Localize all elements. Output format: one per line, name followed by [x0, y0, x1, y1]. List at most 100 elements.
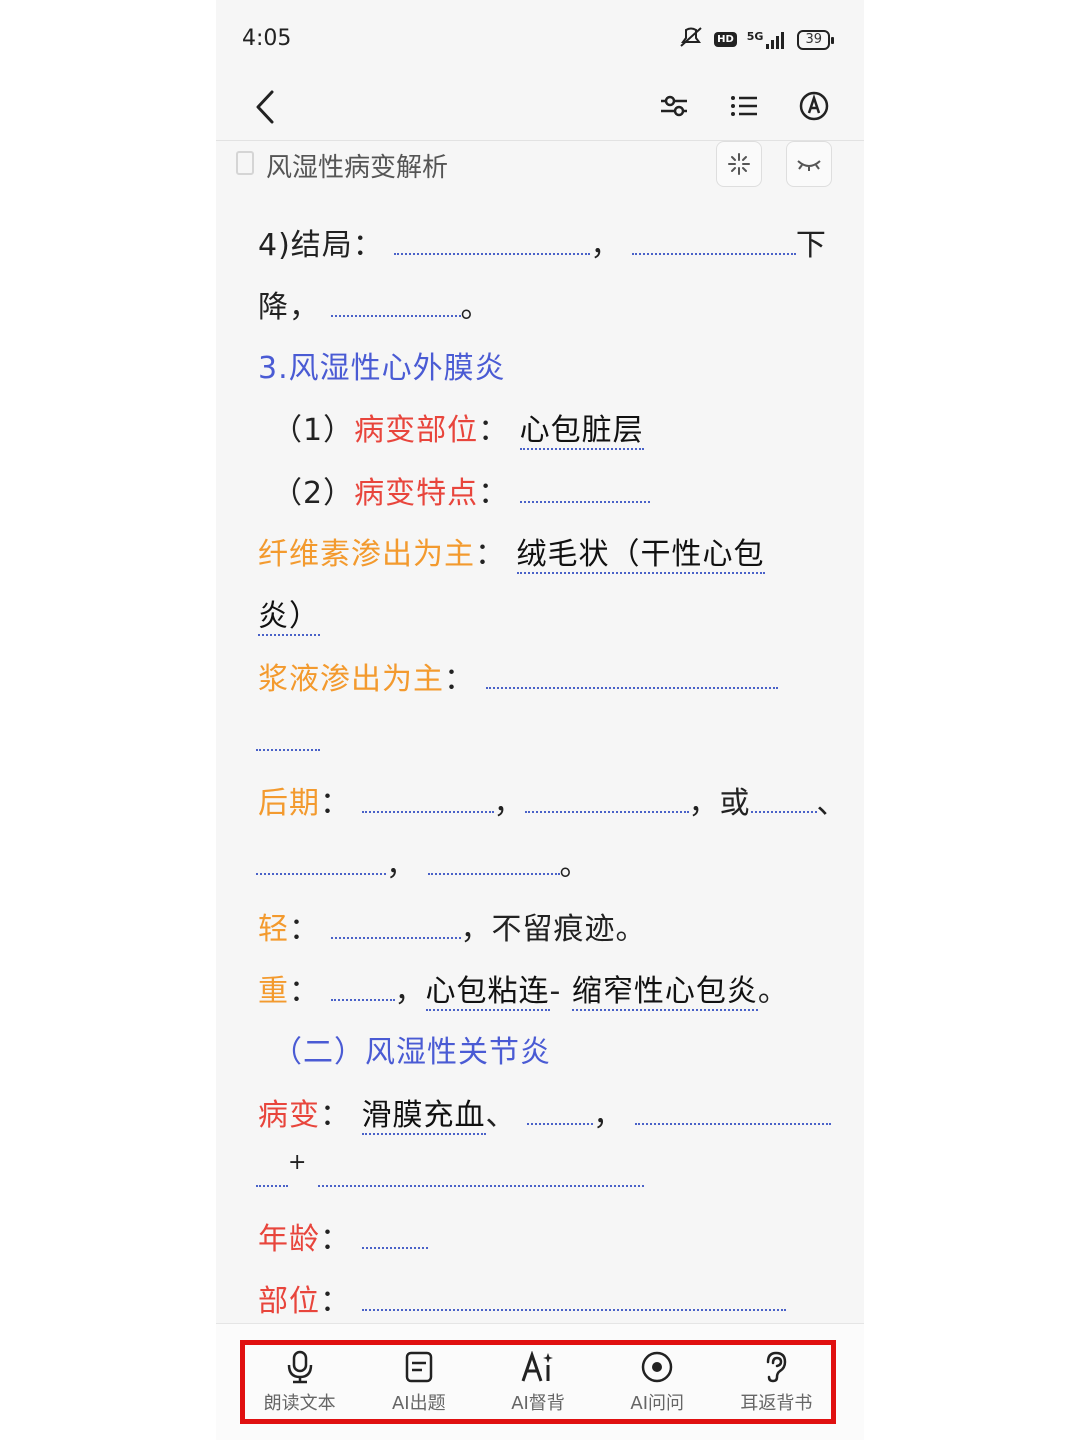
serous-label: 浆液渗出为主	[258, 662, 444, 697]
colon: ：	[320, 1222, 351, 1257]
colon: ：	[475, 537, 506, 572]
colon: ：	[444, 662, 475, 697]
comma: ，	[394, 974, 426, 1009]
fill-blank[interactable]	[256, 843, 386, 875]
fill-blank[interactable]	[361, 1279, 786, 1311]
answer-text[interactable]: 绒毛状（干性心包	[516, 537, 765, 574]
outcome-line-cont: 降， 。	[258, 285, 864, 329]
lesion-line: 病变： 滑膜充血、 ，	[258, 1093, 864, 1137]
site-label: 部位	[258, 1284, 320, 1319]
fill-blank[interactable]	[256, 1155, 288, 1187]
signal-icon: 5G	[747, 30, 788, 50]
site-line: 部位：	[258, 1279, 864, 1323]
ear-icon	[758, 1349, 794, 1385]
settings-button[interactable]	[654, 86, 694, 126]
late-stage-line: 后期： ， ，或 、	[258, 781, 864, 825]
bottom-action-bar: 朗读文本 AI出题 AI督背 AI问问 耳返背书	[216, 1323, 864, 1440]
answer-text[interactable]: 心包脏层	[519, 413, 644, 450]
ai-ask-button[interactable]: AI问问	[598, 1340, 717, 1424]
hide-answers-button[interactable]	[786, 141, 832, 187]
fill-blank[interactable]	[524, 781, 689, 813]
sparkle-button[interactable]	[716, 141, 762, 187]
fill-blank[interactable]	[750, 781, 817, 813]
fill-blank[interactable]	[427, 843, 560, 875]
fill-blank[interactable]	[634, 1093, 831, 1125]
answer-text[interactable]: 炎）	[258, 599, 320, 636]
pen-circle-icon	[799, 91, 829, 121]
age-label: 年龄	[258, 1222, 320, 1257]
fill-blank[interactable]	[330, 285, 461, 317]
late-stage-line-cont: ， 。	[256, 843, 864, 887]
item-number: （1）	[272, 413, 355, 448]
microphone-icon	[282, 1349, 318, 1385]
document-content: 4)结局： ， 下 降， 。 3.风湿性心外膜炎 （1）病变部位： 心包脏层 （…	[216, 195, 864, 1323]
ai-quiz-label: AI出题	[391, 1393, 446, 1414]
fill-blank[interactable]	[485, 657, 778, 689]
colon: ：	[478, 476, 510, 511]
colon: ：	[289, 974, 320, 1009]
mild-label: 轻	[258, 912, 289, 947]
text-fragment: 下	[795, 228, 827, 263]
ai-recite-label: AI督背	[511, 1393, 565, 1414]
ear-recite-button[interactable]: 耳返背书	[717, 1340, 836, 1424]
status-icons: HD 5G 39	[678, 26, 834, 53]
ear-recite-label: 耳返背书	[740, 1393, 813, 1414]
network-label: 5G	[746, 29, 764, 43]
ai-quiz-button[interactable]: AI出题	[359, 1340, 478, 1424]
colon: ：	[320, 786, 351, 821]
separator: 、	[816, 786, 848, 821]
answer-text[interactable]: 缩窄性心包炎	[571, 974, 758, 1011]
fill-blank[interactable]	[317, 1155, 644, 1187]
separator: 、	[485, 1098, 517, 1133]
comma: ，	[493, 786, 525, 821]
fill-blank[interactable]	[361, 1217, 428, 1249]
answer-text[interactable]: 心包粘连	[425, 974, 550, 1011]
edit-button[interactable]	[794, 86, 834, 126]
read-aloud-label: 朗读文本	[263, 1393, 336, 1414]
fill-blank[interactable]	[256, 719, 320, 751]
colon: ：	[289, 912, 320, 947]
outline-button[interactable]	[724, 86, 764, 126]
lesion-feature-line: （2）病变特点：	[272, 471, 864, 515]
serous-line: 浆液渗出为主：	[258, 657, 864, 701]
comma: ，	[593, 1098, 625, 1133]
fibrinous-line-cont: 炎）	[258, 595, 864, 639]
ai-text-icon	[520, 1349, 556, 1385]
lesion-label: 病变	[258, 1098, 320, 1133]
chevron-left-icon	[256, 90, 274, 124]
fill-blank[interactable]	[394, 223, 591, 255]
fibrinous-label: 纤维素渗出为主	[258, 537, 475, 572]
fill-blank[interactable]	[361, 781, 494, 813]
fill-blank[interactable]	[519, 471, 650, 503]
lesion-line-cont: +	[256, 1150, 864, 1199]
battery-icon: 39	[797, 29, 834, 50]
colon: ：	[320, 1098, 351, 1133]
colon: ：	[478, 413, 510, 448]
dash: -	[549, 974, 572, 1009]
period: 。	[559, 848, 591, 883]
comma: ，	[386, 848, 417, 883]
fill-blank[interactable]	[330, 907, 461, 939]
answer-text[interactable]: 滑膜充血	[361, 1098, 486, 1135]
lesion-site-line: （1）病变部位： 心包脏层	[272, 409, 864, 453]
lesion-site-label: 病变部位	[354, 413, 479, 448]
document-title: 风湿性病变解析	[266, 153, 449, 183]
back-button[interactable]	[250, 82, 282, 132]
status-time: 4:05	[242, 26, 292, 51]
fill-blank[interactable]	[631, 223, 796, 255]
fibrinous-line: 纤维素渗出为主： 绒毛状（干性心包	[258, 533, 864, 577]
severe-label: 重	[258, 974, 289, 1009]
eye-closed-icon	[797, 160, 821, 171]
fill-blank[interactable]	[527, 1093, 594, 1125]
status-bar: 4:05 HD 5G 39	[216, 0, 864, 78]
mute-icon	[678, 26, 704, 53]
outcome-line: 4)结局： ， 下	[258, 223, 864, 267]
ai-recite-button[interactable]: AI督背	[478, 1340, 597, 1424]
ai-ask-label: AI问问	[630, 1393, 685, 1414]
read-aloud-button[interactable]: 朗读文本	[240, 1340, 359, 1424]
item-number: （2）	[272, 476, 355, 511]
lesion-feature-label: 病变特点	[354, 476, 479, 511]
text-fragment: 降，	[258, 290, 320, 325]
fill-blank[interactable]	[330, 969, 395, 1001]
comma: ，	[590, 228, 622, 263]
